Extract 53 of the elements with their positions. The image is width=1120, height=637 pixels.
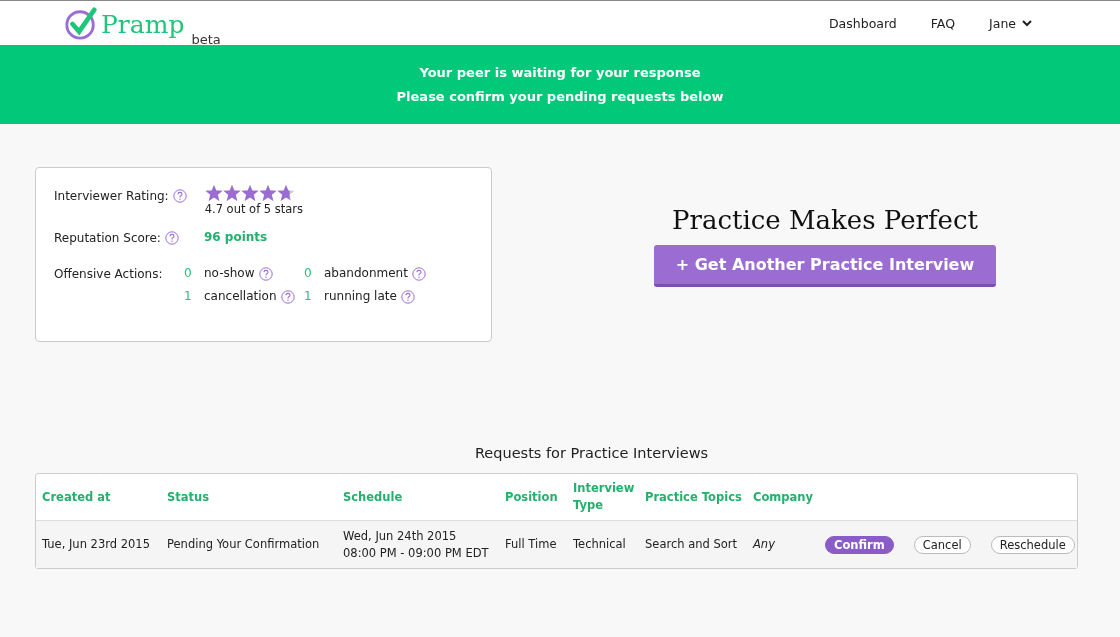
banner-text: Your peer is waiting for your response <box>419 65 701 80</box>
column-header: Created at <box>41 488 112 506</box>
table-cell-text: Tue, Jun 23rd 2015 <box>41 536 151 553</box>
help-icon[interactable] <box>400 290 415 304</box>
action-label: cancellation <box>204 289 277 303</box>
table-cell-text: Search and Sort <box>645 536 739 553</box>
table-cell-text: Any <box>753 536 776 553</box>
action-label: running late <box>324 289 397 303</box>
column-header: Schedule <box>343 488 404 506</box>
row-action-button[interactable]: Cancel <box>913 535 971 554</box>
stat-label: Offensive Actions: <box>54 266 164 282</box>
chevron-down-icon <box>1022 19 1032 27</box>
action-count: 0 <box>184 266 193 280</box>
help-icon[interactable] <box>411 267 426 281</box>
column-header: Status <box>167 488 211 506</box>
action-count: 0 <box>304 266 313 280</box>
checkmark-circle-icon <box>64 7 98 41</box>
row-action-button[interactable]: Confirm <box>825 535 894 554</box>
star-icon <box>276 184 295 202</box>
table-cell-text: 08:00 PM - 09:00 PM EDT <box>343 544 490 562</box>
help-icon[interactable] <box>164 231 179 245</box>
action-label: abandonment <box>324 266 408 280</box>
rating-text: 4.7 out of 5 stars <box>204 202 304 216</box>
help-icon[interactable] <box>258 267 273 281</box>
action-count: 1 <box>304 289 313 303</box>
section-title: Requests for Practice Interviews <box>473 445 710 461</box>
star-icon <box>222 184 241 202</box>
new-interview-button[interactable]: + Get Another Practice Interview <box>653 245 997 287</box>
star-icon <box>204 184 223 202</box>
table-cell-text: Full Time <box>505 536 558 553</box>
help-icon[interactable] <box>280 290 295 304</box>
action-label: no-show <box>204 266 255 280</box>
table-cell-text: Technical <box>573 536 627 553</box>
action-count: 1 <box>184 289 193 303</box>
beta-label: beta <box>191 32 221 47</box>
reputation-score: 96 points <box>203 230 268 244</box>
column-header: Position <box>505 488 559 506</box>
help-icon[interactable] <box>172 189 187 203</box>
headline: Practice Makes Perfect <box>672 205 978 235</box>
row-action-button[interactable]: Reschedule <box>990 535 1075 554</box>
column-header: Interview Type <box>573 480 636 514</box>
stat-label: Interviewer Rating: <box>54 188 169 204</box>
nav-link[interactable]: Dashboard <box>829 15 897 31</box>
nav-link[interactable]: FAQ <box>930 15 956 31</box>
table-cell-text: Wed, Jun 24th 2015 <box>343 527 458 545</box>
user-menu[interactable]: Jane <box>989 15 1032 31</box>
column-header: Practice Topics <box>645 488 743 506</box>
table-cell-text: Pending Your Confirmation <box>167 536 321 553</box>
star-icon <box>258 184 277 202</box>
banner-text: Please confirm your pending requests below <box>396 89 724 104</box>
star-icon <box>240 184 259 202</box>
column-header: Company <box>753 488 814 506</box>
stat-label: Reputation Score: <box>54 230 161 246</box>
